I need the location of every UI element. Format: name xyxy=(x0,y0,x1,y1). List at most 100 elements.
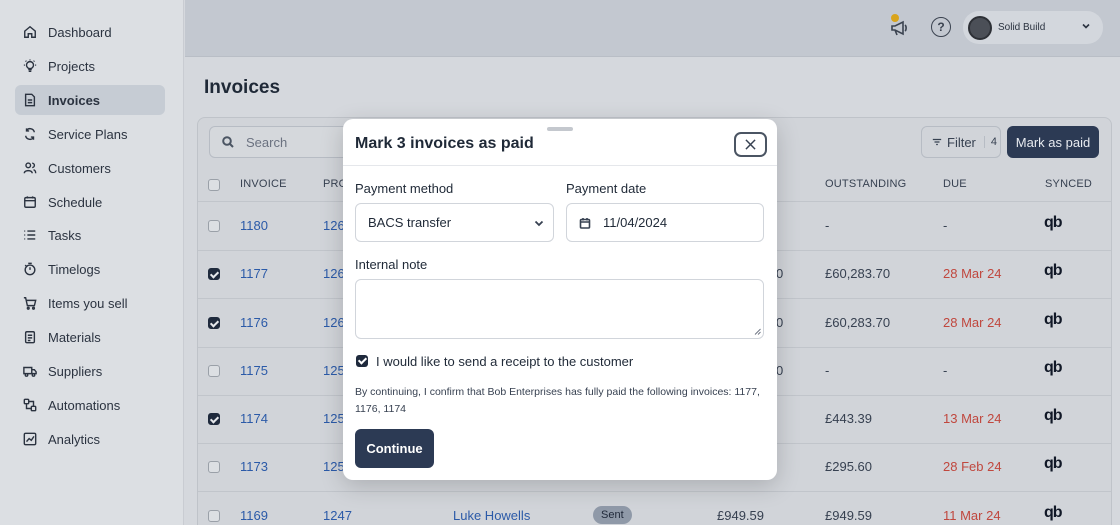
sidebar-item-label: Items you sell xyxy=(48,295,128,311)
sidebar-item-timelogs[interactable]: Timelogs xyxy=(15,254,165,284)
invoice-number-link[interactable]: 1176 xyxy=(240,315,268,330)
column-header-synced[interactable]: SYNCED xyxy=(1045,178,1092,190)
continue-button[interactable]: Continue xyxy=(355,429,434,468)
filter-button[interactable]: Filter 4 xyxy=(921,126,1001,158)
customer-link[interactable]: Luke Howells xyxy=(453,508,530,523)
row-checkbox[interactable] xyxy=(208,268,220,280)
project-link[interactable]: 126 xyxy=(323,266,345,281)
project-link[interactable]: 125 xyxy=(323,363,345,378)
quickbooks-icon: qb xyxy=(1044,311,1063,328)
internal-note-textarea[interactable] xyxy=(355,279,764,339)
due-date-cell: - xyxy=(943,363,948,378)
modal-title: Mark 3 invoices as paid xyxy=(355,135,534,152)
sidebar-item-label: Analytics xyxy=(48,431,101,447)
payment-method-label: Payment method xyxy=(355,181,454,196)
send-receipt-checkbox[interactable] xyxy=(356,355,368,367)
row-checkbox[interactable] xyxy=(208,413,220,425)
help-icon[interactable]: ? xyxy=(931,17,951,37)
project-link[interactable]: 125 xyxy=(323,459,345,474)
sidebar-item-analytics[interactable]: Analytics xyxy=(15,424,165,454)
sidebar-item-tasks[interactable]: Tasks xyxy=(15,220,165,250)
sidebar-item-schedule[interactable]: Schedule xyxy=(15,187,165,217)
quickbooks-icon: qb xyxy=(1044,262,1063,279)
truck-icon xyxy=(23,364,37,378)
row-checkbox[interactable] xyxy=(208,510,220,522)
chart-icon xyxy=(23,432,37,446)
invoice-number-link[interactable]: 1175 xyxy=(240,363,268,378)
lightbulb-icon xyxy=(23,59,37,73)
sidebar-item-service-plans[interactable]: Service Plans xyxy=(15,119,165,149)
row-checkbox[interactable] xyxy=(208,365,220,377)
mark-as-paid-button[interactable]: Mark as paid xyxy=(1007,126,1099,158)
sidebar-item-projects[interactable]: Projects xyxy=(15,51,165,81)
sidebar-item-label: Invoices xyxy=(48,92,101,108)
project-link[interactable]: 126 xyxy=(323,218,345,233)
sidebar-item-invoices[interactable]: Invoices xyxy=(15,85,165,115)
outstanding-cell: - xyxy=(825,363,830,378)
refresh-icon xyxy=(23,127,37,141)
payment-date-field[interactable]: 11/04/2024 xyxy=(566,203,764,242)
search-placeholder: Search xyxy=(246,134,288,150)
filter-count: 4 xyxy=(983,136,997,148)
list-icon xyxy=(23,228,37,242)
sidebar-item-materials[interactable]: Materials xyxy=(15,322,165,352)
amount-cell: 0 xyxy=(776,363,784,378)
project-link[interactable]: 125 xyxy=(323,411,345,426)
quickbooks-icon: qb xyxy=(1044,407,1063,424)
outstanding-cell: £949.59 xyxy=(825,508,872,523)
chevron-down-icon xyxy=(1082,23,1090,29)
mark-paid-modal: Mark 3 invoices as paid Payment method P… xyxy=(343,119,777,480)
project-link[interactable]: 126 xyxy=(323,315,345,330)
calendar-icon xyxy=(579,217,591,229)
account-name: Solid Build xyxy=(998,22,1046,33)
search-icon xyxy=(222,136,234,148)
home-icon xyxy=(23,25,37,39)
row-checkbox[interactable] xyxy=(208,220,220,232)
sidebar-item-label: Tasks xyxy=(48,227,82,243)
due-date-cell: 28 Mar 24 xyxy=(943,266,1002,281)
invoice-number-link[interactable]: 1169 xyxy=(240,508,268,523)
column-header-outstanding[interactable]: OUTSTANDING xyxy=(825,178,906,190)
divider xyxy=(198,491,1111,492)
due-date-cell: - xyxy=(943,218,948,233)
payment-method-select[interactable]: BACS transfer xyxy=(355,203,554,242)
due-date-cell: 28 Mar 24 xyxy=(943,315,1002,330)
sidebar-item-label: Service Plans xyxy=(48,126,128,142)
due-date-cell: 13 Mar 24 xyxy=(943,411,1002,426)
invoice-number-link[interactable]: 1180 xyxy=(240,218,268,233)
outstanding-cell: £443.39 xyxy=(825,411,872,426)
document-icon xyxy=(23,93,37,107)
quickbooks-icon: qb xyxy=(1044,455,1063,472)
sidebar-item-customers[interactable]: Customers xyxy=(15,153,165,183)
column-header-invoice[interactable]: INVOICE xyxy=(240,178,287,190)
filter-label: Filter xyxy=(947,134,976,150)
topbar: ? Solid Build xyxy=(185,0,1120,57)
select-all-checkbox[interactable] xyxy=(208,179,220,191)
sidebar-item-dashboard[interactable]: Dashboard xyxy=(15,17,165,47)
search-input[interactable]: Search xyxy=(209,126,349,158)
row-checkbox[interactable] xyxy=(208,461,220,473)
close-button[interactable] xyxy=(734,132,767,157)
sidebar-item-label: Projects xyxy=(48,58,95,74)
resize-handle-icon[interactable] xyxy=(754,328,761,335)
sidebar-item-automations[interactable]: Automations xyxy=(15,390,165,420)
project-link[interactable]: 1247 xyxy=(323,508,352,523)
invoice-number-link[interactable]: 1174 xyxy=(240,411,268,426)
sidebar-item-items-you-sell[interactable]: Items you sell xyxy=(15,288,165,318)
due-date-cell: 11 Mar 24 xyxy=(943,508,1001,523)
cart-icon xyxy=(23,296,37,310)
drag-handle[interactable] xyxy=(547,127,573,131)
clipboard-icon xyxy=(23,330,37,344)
invoice-number-link[interactable]: 1173 xyxy=(240,459,268,474)
invoice-number-link[interactable]: 1177 xyxy=(240,266,268,281)
sidebar: Dashboard Projects Invoices Service Plan… xyxy=(0,0,184,525)
row-checkbox[interactable] xyxy=(208,317,220,329)
column-header-due[interactable]: DUE xyxy=(943,178,967,190)
quickbooks-icon: qb xyxy=(1044,504,1063,521)
account-switcher[interactable]: Solid Build xyxy=(963,11,1103,44)
sidebar-item-suppliers[interactable]: Suppliers xyxy=(15,356,165,386)
send-receipt-label[interactable]: I would like to send a receipt to the cu… xyxy=(376,354,633,369)
chevron-down-icon xyxy=(534,220,544,227)
close-icon xyxy=(745,139,756,150)
status-badge: Sent xyxy=(593,506,632,524)
